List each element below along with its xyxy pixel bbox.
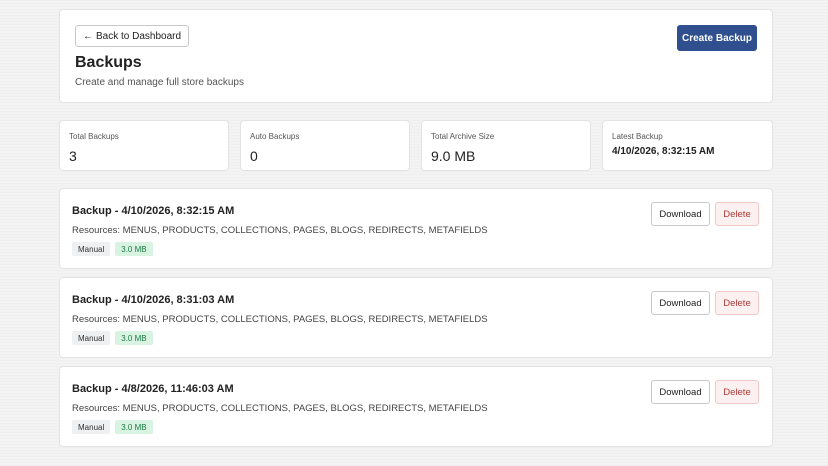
backup-card: Backup - 4/10/2026, 8:32:15 AM Resources… (59, 188, 773, 269)
page-title: Backups (75, 54, 142, 71)
download-button[interactable]: Download (651, 380, 710, 404)
stat-value: 9.0 MB (431, 148, 476, 164)
backup-type-badge: Manual (72, 420, 111, 434)
page-subtitle: Create and manage full store backups (75, 77, 244, 88)
back-to-dashboard-button[interactable]: ← Back to Dashboard (75, 25, 190, 47)
header-card: ← Back to Dashboard Create Backup Backup… (59, 9, 773, 103)
backup-size-badge: 3.0 MB (115, 242, 153, 256)
create-backup-button[interactable]: Create Backup (677, 25, 757, 51)
delete-button[interactable]: Delete (715, 380, 759, 404)
backup-title: Backup - 4/8/2026, 11:46:03 AM (72, 383, 234, 395)
stat-value: 0 (250, 148, 258, 164)
arrow-left-icon: ← (83, 30, 93, 42)
stat-label: Latest Backup (612, 132, 663, 141)
delete-button[interactable]: Delete (715, 202, 759, 226)
backup-title: Backup - 4/10/2026, 8:32:15 AM (72, 205, 235, 217)
download-button[interactable]: Download (651, 202, 710, 226)
stat-label: Auto Backups (250, 132, 300, 141)
stat-value: 4/10/2026, 8:32:15 AM (612, 146, 715, 157)
backup-type-badge: Manual (72, 242, 111, 256)
backup-title: Backup - 4/10/2026, 8:31:03 AM (72, 294, 235, 306)
backup-type-badge: Manual (72, 331, 111, 345)
backup-resources: Resources: MENUS, PRODUCTS, COLLECTIONS,… (72, 314, 488, 325)
backup-card: Backup - 4/10/2026, 8:31:03 AM Resources… (59, 277, 773, 358)
backup-size-badge: 3.0 MB (115, 331, 153, 345)
backup-size-badge: 3.0 MB (115, 420, 153, 434)
download-button[interactable]: Download (651, 291, 710, 315)
stat-label: Total Backups (69, 132, 119, 141)
backup-resources: Resources: MENUS, PRODUCTS, COLLECTIONS,… (72, 403, 488, 414)
stat-card-auto-backups: Auto Backups 0 (240, 120, 410, 171)
backup-card: Backup - 4/8/2026, 11:46:03 AM Resources… (59, 366, 773, 447)
stat-card-total-archive-size: Total Archive Size 9.0 MB (421, 120, 591, 171)
stat-card-total-backups: Total Backups 3 (59, 120, 229, 171)
stat-value: 3 (69, 148, 77, 164)
stat-label: Total Archive Size (431, 132, 495, 141)
stat-card-latest-backup: Latest Backup 4/10/2026, 8:32:15 AM (602, 120, 773, 171)
backup-resources: Resources: MENUS, PRODUCTS, COLLECTIONS,… (72, 225, 488, 236)
back-button-label: Back to Dashboard (96, 30, 182, 42)
delete-button[interactable]: Delete (715, 291, 759, 315)
